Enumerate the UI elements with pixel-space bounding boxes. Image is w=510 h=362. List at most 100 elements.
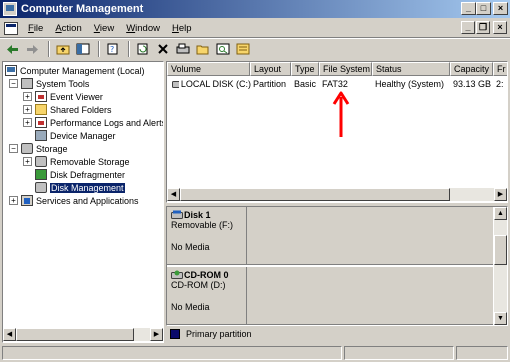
removable-storage-icon xyxy=(35,156,47,167)
open-folder-icon[interactable] xyxy=(194,41,211,57)
scroll-left-button[interactable]: ◀ xyxy=(167,188,180,201)
close-button[interactable]: × xyxy=(493,2,508,15)
scroll-right-button[interactable]: ▶ xyxy=(494,188,507,201)
event-viewer-icon xyxy=(35,91,47,102)
device-manager-icon xyxy=(35,130,47,141)
search-icon[interactable] xyxy=(214,41,231,57)
menu-window[interactable]: Window xyxy=(120,23,166,34)
properties-icon[interactable]: ? xyxy=(104,41,121,57)
tree-item-removable-storage[interactable]: Removable Storage xyxy=(35,155,130,168)
tree-item-shared-folders[interactable]: Shared Folders xyxy=(35,103,112,116)
collapse-expander[interactable]: − xyxy=(9,79,18,88)
cdrom-0-area[interactable] xyxy=(247,267,493,325)
status-bar xyxy=(0,344,510,362)
back-arrow-icon[interactable] xyxy=(4,41,21,57)
status-cell: Healthy (System) xyxy=(375,79,445,89)
up-folder-icon[interactable] xyxy=(54,41,71,57)
tree-item-disk-management[interactable]: Disk Management xyxy=(35,181,125,194)
toolbar-separator xyxy=(98,41,100,57)
scroll-thumb[interactable] xyxy=(16,328,134,341)
status-panel xyxy=(2,346,342,360)
menu-help[interactable]: Help xyxy=(166,23,198,34)
tree-item-storage[interactable]: Storage xyxy=(21,142,68,155)
mdi-close-button[interactable]: × xyxy=(493,21,507,34)
disk-defragmenter-icon xyxy=(35,169,47,180)
collapse-expander[interactable]: − xyxy=(9,144,18,153)
column-capacity[interactable]: Capacity xyxy=(450,62,493,76)
tree-item-device-manager[interactable]: Device Manager xyxy=(35,129,116,142)
tree-item-services-applications[interactable]: Services and Applications xyxy=(21,194,139,207)
status-panel xyxy=(344,346,454,360)
column-status[interactable]: Status xyxy=(372,62,450,76)
layout-cell: Partition xyxy=(253,79,287,89)
disk-type: CD-ROM (D:) xyxy=(171,280,226,290)
console-tree[interactable]: Computer Management (Local) − System Too… xyxy=(2,61,164,343)
maximize-button[interactable]: □ xyxy=(476,2,491,15)
legend-swatch xyxy=(170,329,180,339)
partition-legend: Primary partition xyxy=(166,326,508,342)
column-volume[interactable]: Volume xyxy=(167,62,250,76)
scroll-thumb[interactable] xyxy=(494,235,507,265)
status-panel xyxy=(456,346,508,360)
disk-graphical-view[interactable]: Disk 1 Removable (F:) No Media CD-ROM 0 … xyxy=(166,206,508,326)
tree-item-disk-defragmenter[interactable]: Disk Defragmenter xyxy=(35,168,125,181)
mdi-minimize-button[interactable]: _ xyxy=(461,21,475,34)
disk-1-area[interactable] xyxy=(247,207,493,265)
capacity-cell: 93.13 GB xyxy=(453,79,492,89)
tree-horizontal-scrollbar[interactable]: ◀ ▶ xyxy=(3,328,163,341)
disk-properties-icon[interactable] xyxy=(174,41,191,57)
scroll-up-button[interactable]: ▲ xyxy=(494,207,507,220)
system-tools-icon xyxy=(21,78,33,89)
disk-management-icon xyxy=(35,182,47,193)
hard-disk-icon xyxy=(172,80,179,88)
tree-item-event-viewer[interactable]: Event Viewer xyxy=(35,90,103,103)
red-arrow-annotation xyxy=(332,91,350,137)
tree-item-performance-logs[interactable]: Performance Logs and Alerts xyxy=(35,116,163,129)
expand-expander[interactable]: + xyxy=(23,105,32,114)
mdi-window-icon[interactable] xyxy=(4,21,18,35)
free-cell: 2: xyxy=(496,79,504,89)
disk-icon xyxy=(171,210,183,219)
cdrom-0-label[interactable]: CD-ROM 0 CD-ROM (D:) No Media xyxy=(167,267,247,325)
svg-text:?: ? xyxy=(110,45,114,54)
disk-media: No Media xyxy=(171,242,210,252)
window-title: Computer Management xyxy=(21,3,144,15)
tree-item-root[interactable]: Computer Management (Local) xyxy=(5,64,145,77)
performance-logs-icon xyxy=(35,117,47,128)
refresh-icon[interactable] xyxy=(134,41,151,57)
scroll-thumb[interactable] xyxy=(180,188,450,201)
column-file-system[interactable]: File System xyxy=(319,62,372,76)
expand-expander[interactable]: + xyxy=(23,92,32,101)
scroll-left-button[interactable]: ◀ xyxy=(3,328,16,341)
scroll-down-button[interactable]: ▼ xyxy=(494,312,507,325)
menu-file[interactable]: File xyxy=(22,23,49,34)
title-bar: Computer Management _ □ × xyxy=(0,0,510,18)
services-applications-icon xyxy=(21,195,33,206)
computer-icon xyxy=(5,65,17,76)
menu-action[interactable]: Action xyxy=(49,23,87,34)
minimize-button[interactable]: _ xyxy=(461,2,476,15)
mdi-restore-button[interactable]: ❐ xyxy=(476,21,490,34)
column-layout[interactable]: Layout xyxy=(250,62,291,76)
expand-expander[interactable]: + xyxy=(23,118,32,127)
scroll-right-button[interactable]: ▶ xyxy=(150,328,163,341)
delete-icon[interactable] xyxy=(154,41,171,57)
menu-bar: File Action View Window Help _ ❐ × xyxy=(0,19,510,37)
column-free[interactable]: Fr xyxy=(493,62,507,76)
legend-label: Primary partition xyxy=(186,329,252,339)
expand-expander[interactable]: + xyxy=(9,196,18,205)
forward-arrow-icon[interactable] xyxy=(24,41,41,57)
volume-horizontal-scrollbar[interactable]: ◀ ▶ xyxy=(167,188,507,201)
help-icon[interactable] xyxy=(234,41,251,57)
column-type[interactable]: Type xyxy=(291,62,319,76)
disk-vertical-scrollbar[interactable]: ▲ ▼ xyxy=(494,207,507,325)
toolbar-separator xyxy=(48,41,50,57)
storage-icon xyxy=(21,143,33,154)
tree-item-system-tools[interactable]: System Tools xyxy=(21,77,89,90)
volume-list[interactable]: Volume Layout Type File System Status Ca… xyxy=(166,61,508,203)
menu-view[interactable]: View xyxy=(88,23,120,34)
cdrom-icon xyxy=(171,270,183,279)
expand-expander[interactable]: + xyxy=(23,157,32,166)
disk-1-label[interactable]: Disk 1 Removable (F:) No Media xyxy=(167,207,247,265)
show-tree-icon[interactable] xyxy=(74,41,91,57)
